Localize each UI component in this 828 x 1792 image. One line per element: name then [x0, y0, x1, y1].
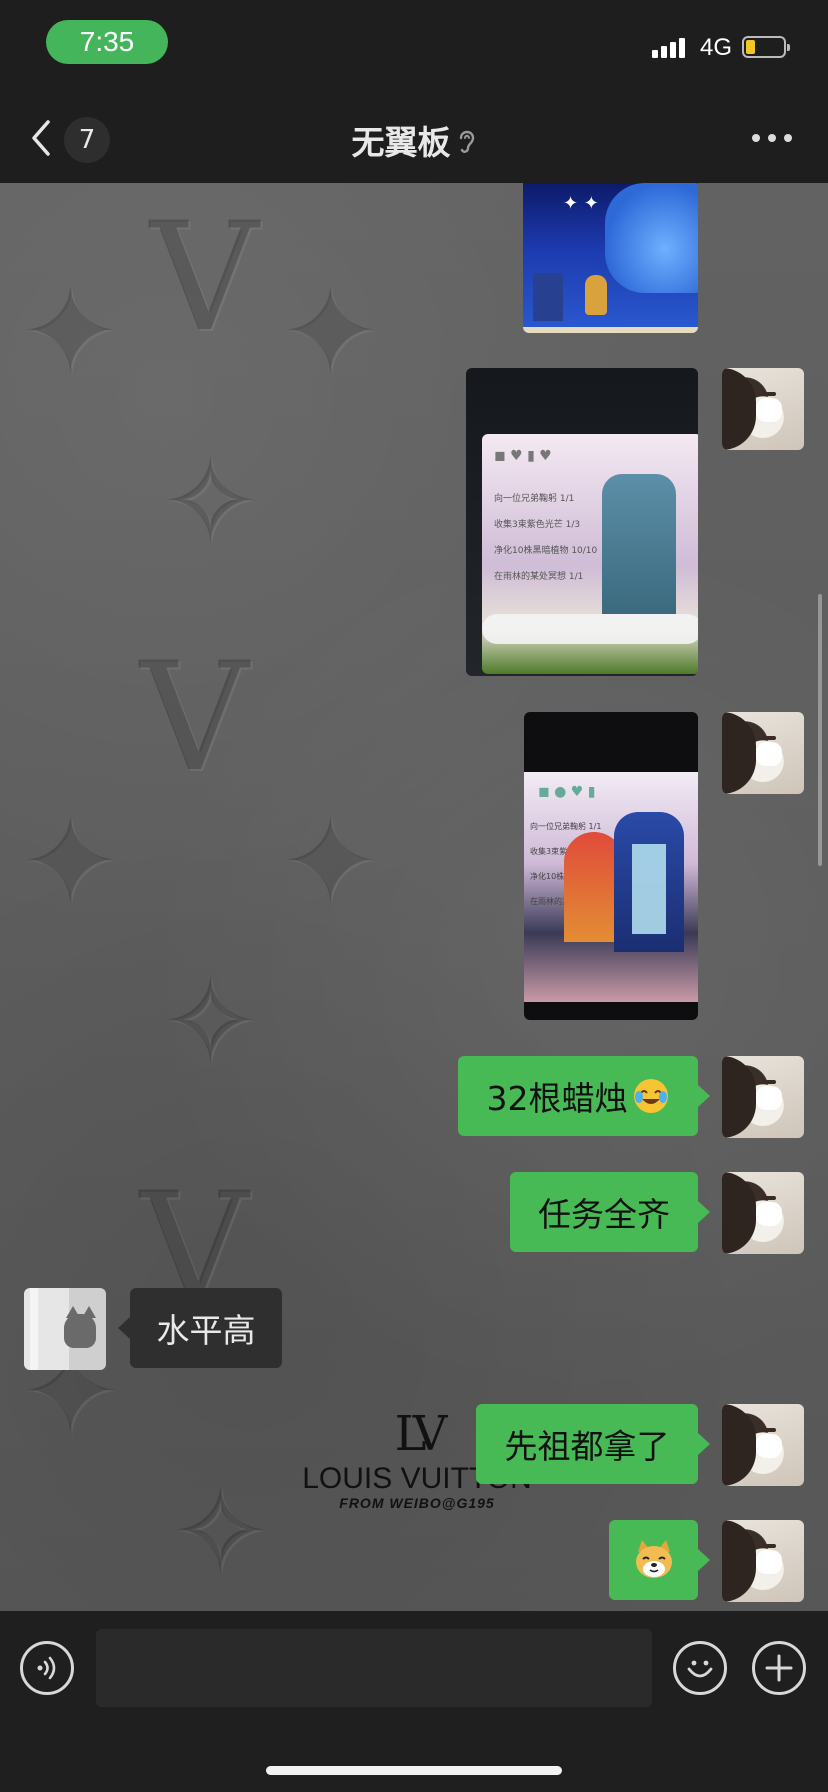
unread-count-badge[interactable]: 7 — [64, 117, 110, 163]
status-time[interactable]: 7:35 — [46, 20, 168, 64]
chat-screen: V V V ✦ ✦ ✧ ✦ ✦ ✧ ✦ ✧ 7:35 4G 无翼板 7 ✦ ✦ … — [0, 0, 828, 1792]
avatar-self[interactable] — [722, 368, 804, 450]
message-text: 32根蜡烛 — [486, 1079, 628, 1118]
incoming-message-bubble[interactable]: 水平高 — [118, 1288, 282, 1368]
chat-wallpaper: V V V ✦ ✦ ✧ ✦ ✦ ✧ ✦ ✧ — [0, 183, 828, 1611]
avatar-self[interactable] — [722, 1404, 804, 1486]
home-indicator[interactable] — [266, 1766, 562, 1775]
task-item: 在雨林的某处冥想 1/1 — [494, 572, 584, 582]
laughing-tears-emoji — [632, 1077, 670, 1115]
avatar-self[interactable] — [722, 1172, 804, 1254]
image-message[interactable]: ◼ ● ♥ ▮ 向一位兄弟鞠躬 1/1 收集3束紫色光芒 1/3 净化10株黑暗… — [524, 712, 698, 1020]
wallpaper-flower-motif: ✧ — [160, 953, 261, 1092]
wallpaper-flower-motif: ✧ — [160, 433, 261, 572]
plus-button[interactable] — [752, 1641, 806, 1695]
doge-emoji — [632, 1538, 676, 1582]
wallpaper-flower-motif: ✦ — [280, 263, 381, 402]
chat-title: 无翼板 — [0, 116, 828, 164]
chat-title-text: 无翼板 — [351, 123, 451, 162]
task-item: 收集3束紫色光芒 1/3 — [494, 520, 581, 530]
wallpaper-flower-motif: ✦ — [20, 263, 121, 402]
emoji-button[interactable] — [673, 1641, 727, 1695]
task-item: 净化10株黑暗植物 10/10 — [494, 546, 598, 556]
plus-icon — [765, 1654, 793, 1682]
more-button[interactable] — [752, 126, 792, 150]
wallpaper-credit: FROM WEIBO@G195 — [339, 1495, 495, 1511]
chevron-left-icon — [32, 120, 50, 156]
message-text: 先祖都拿了 — [504, 1427, 670, 1466]
image-cloud — [605, 183, 698, 293]
avatar-self[interactable] — [722, 1520, 804, 1602]
status-bar: 7:35 4G — [0, 0, 828, 92]
outgoing-message-bubble[interactable]: 32根蜡烛 — [458, 1056, 710, 1136]
game-character — [585, 275, 607, 315]
smiley-icon — [687, 1660, 713, 1678]
more-icon-dot — [768, 134, 776, 142]
game-screen: ◼ ● ♥ ▮ 向一位兄弟鞠躬 1/1 收集3束紫色光芒 1/3 净化10株黑暗… — [524, 772, 698, 1002]
battery-icon — [742, 36, 790, 58]
voice-button[interactable] — [20, 1641, 74, 1695]
sparkle-icon: ✦ ✦ — [563, 193, 599, 214]
avatar-self[interactable] — [722, 1056, 804, 1138]
avatar-self[interactable] — [722, 712, 804, 794]
input-bar — [0, 1611, 828, 1792]
image-message[interactable]: ✦ ✦ — [523, 183, 698, 333]
game-screen: ◼ ♥ ▮ ♥ 向一位兄弟鞠躬 1/1 收集3束紫色光芒 1/3 净化10株黑暗… — [482, 434, 698, 674]
chat-scrollbar[interactable] — [818, 594, 822, 866]
network-type: 4G — [700, 34, 733, 61]
more-icon-dot — [784, 134, 792, 142]
image-message[interactable]: ◼ ♥ ▮ ♥ 向一位兄弟鞠躬 1/1 收集3束紫色光芒 1/3 净化10株黑暗… — [466, 368, 698, 676]
ear-icon — [457, 125, 477, 164]
game-hud-icons: ◼ ● ♥ ▮ — [538, 784, 596, 800]
signal-icon — [652, 38, 685, 58]
outgoing-sticker-bubble[interactable] — [609, 1520, 710, 1600]
task-item: 向一位兄弟鞠躬 1/1 — [494, 494, 575, 504]
message-text: 任务全齐 — [538, 1195, 670, 1234]
message-text: 水平高 — [156, 1311, 256, 1350]
avatar-contact[interactable] — [24, 1288, 106, 1370]
battery-level — [746, 40, 755, 54]
game-hud-icons: ◼ ♥ ▮ ♥ — [494, 448, 552, 464]
game-gate — [602, 474, 676, 614]
wallpaper-flower-motif: ✦ — [280, 793, 381, 932]
outgoing-message-bubble[interactable]: 任务全齐 — [510, 1172, 710, 1252]
wallpaper-flower-motif: ✦ — [20, 793, 121, 932]
game-task-list: 向一位兄弟鞠躬 1/1 收集3束紫色光芒 1/3 净化10株黑暗植物 10/10… — [494, 486, 610, 590]
wallpaper-lv-motif: V — [140, 631, 249, 805]
voice-icon — [37, 1656, 56, 1680]
outgoing-message-bubble[interactable]: 先祖都拿了 — [476, 1404, 710, 1484]
wallpaper-flower-motif: ✧ — [170, 1463, 271, 1602]
more-icon-dot — [752, 134, 760, 142]
chat-header: 无翼板 7 — [0, 92, 828, 183]
wallpaper-lv-motif: V — [150, 191, 259, 365]
message-input[interactable] — [96, 1629, 652, 1707]
